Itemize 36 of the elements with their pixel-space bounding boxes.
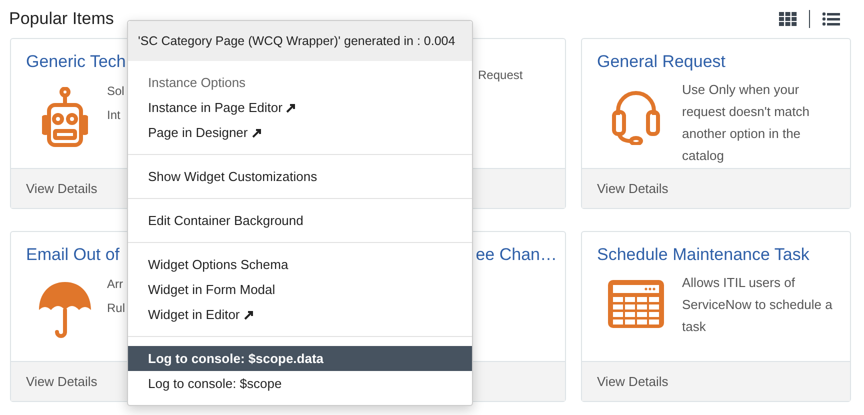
card-title[interactable]: Generic Tech [26,49,126,75]
menu-item[interactable]: Widget in Editor [128,302,472,327]
calendar-icon [608,280,664,328]
card-description: Request [478,67,523,84]
menu-item[interactable]: Instance in Page Editor [128,95,472,120]
section-title: Popular Items [9,8,114,30]
external-link-icon [286,102,296,112]
card-title[interactable]: Email Out of [26,242,120,268]
external-link-icon [252,128,262,138]
list-view-icon[interactable] [822,12,840,26]
view-details-link[interactable]: View Details [26,178,98,198]
external-link-icon [244,310,254,320]
card-title[interactable]: General Request [597,49,726,75]
menu-header: 'SC Category Page (WCQ Wrapper)' generated in : 0.004 [128,21,472,61]
menu-item[interactable]: Log to console: $scope.data [128,346,472,371]
view-details-link[interactable]: View Details [26,372,98,392]
grid-view-icon[interactable] [779,12,797,26]
card-description: Use Only when your request doesn't match another option in the catalog [682,81,810,165]
menu-item[interactable]: Edit Container Background [128,208,472,233]
card-description: Rul [107,300,126,317]
card-description: Int [107,107,122,124]
menu-item[interactable]: Show Widget Customizations [128,164,472,189]
menu-item[interactable]: Widget Options Schema [128,252,472,277]
card-title[interactable]: ee Chan… [476,242,557,268]
menu-item[interactable]: Log to console: $scope [128,371,472,396]
card-title[interactable]: Schedule Maintenance Task [597,242,810,268]
card-description: Allows ITIL users of ServiceNow to schedule a task [682,274,834,336]
menu-item[interactable]: Page in Designer [128,120,472,145]
card-description: Arr [107,276,124,293]
view-details-link[interactable]: View Details [597,372,668,392]
menu-item[interactable]: Widget in Form Modal [128,277,472,302]
view-details-link[interactable]: View Details [597,178,668,198]
umbrella-icon [37,280,93,340]
menu-heading: Instance Options [147,74,247,92]
card-description: Sol [107,83,124,100]
robot-icon [42,87,88,149]
